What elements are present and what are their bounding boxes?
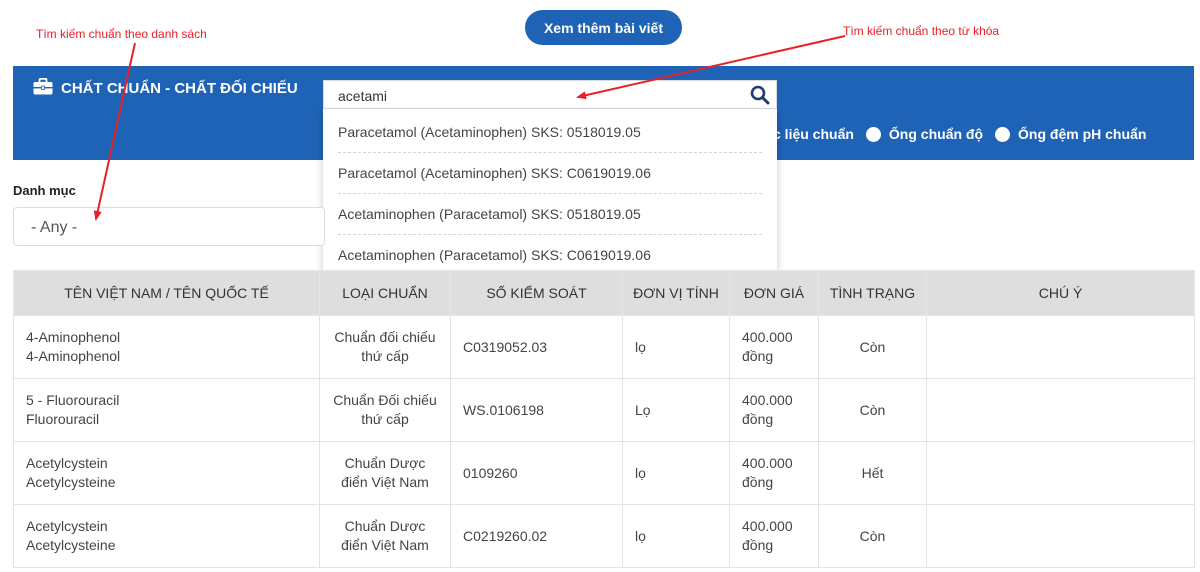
- annotation-list-search: Tìm kiếm chuẩn theo danh sách: [36, 27, 207, 41]
- cell-price: 400.000 đồng: [729, 441, 819, 505]
- cell-name: Acetylcystein Acetylcysteine: [13, 441, 320, 505]
- cell-control-number: 0109260: [450, 441, 623, 505]
- type-line: thứ cấp: [361, 411, 409, 427]
- header-unit: ĐƠN VỊ TÍNH: [622, 270, 730, 316]
- price-value: 400.000: [742, 392, 793, 408]
- cell-type: Chuẩn đối chiếu thứ cấp: [319, 315, 451, 379]
- cell-control-number: C0319052.03: [450, 315, 623, 379]
- suggestion-item[interactable]: Acetaminophen (Paracetamol) SKS: 0518019…: [338, 194, 762, 235]
- category-select[interactable]: - Any -: [13, 207, 325, 246]
- table-row: 5 - Fluorouracil Fluorouracil Chuẩn Đối …: [13, 378, 1195, 442]
- radio-titration-tube[interactable]: Ống chuẩn độ: [865, 126, 984, 142]
- search-icon[interactable]: [750, 85, 770, 110]
- header-status: TÌNH TRẠNG: [818, 270, 927, 316]
- page: Xem thêm bài viết Tìm kiếm chuẩn theo da…: [0, 0, 1200, 572]
- table-row: Acetylcystein Acetylcysteine Chuẩn Dược …: [13, 441, 1195, 505]
- radio-label: Ống chuẩn độ: [888, 126, 984, 142]
- header-name: TÊN VIỆT NAM / TÊN QUỐC TẾ: [13, 270, 320, 316]
- name-vn-link[interactable]: Acetylcystein: [26, 454, 319, 473]
- standards-table: TÊN VIỆT NAM / TÊN QUỐC TẾ LOẠI CHUẨN SỐ…: [13, 270, 1195, 568]
- cell-note: [926, 441, 1195, 505]
- category-selected-value: - Any -: [31, 219, 78, 236]
- type-line: điển Việt Nam: [341, 474, 429, 490]
- search-suggestions-dropdown: Paracetamol (Acetaminophen) SKS: 0518019…: [323, 109, 777, 279]
- banner-title-text: CHẤT CHUẨN - CHẤT ĐỐI CHIẾU: [61, 80, 298, 97]
- name-vn-link[interactable]: 5 - Fluorouracil: [26, 391, 319, 410]
- cell-type: Chuẩn Đối chiếu thứ cấp: [319, 378, 451, 442]
- price-currency: đồng: [742, 474, 774, 490]
- cell-control-number: WS.0106198: [450, 378, 623, 442]
- cell-unit: Lọ: [622, 378, 730, 442]
- cell-note: [926, 504, 1195, 568]
- search-query-text[interactable]: acetami: [338, 88, 387, 104]
- name-vn-link[interactable]: 4-Aminophenol: [26, 328, 319, 347]
- cell-note: [926, 378, 1195, 442]
- briefcase-icon: [33, 77, 53, 99]
- price-currency: đồng: [742, 348, 774, 364]
- type-line: thứ cấp: [361, 348, 409, 364]
- cell-type: Chuẩn Dược điển Việt Nam: [319, 504, 451, 568]
- cell-unit: lọ: [622, 441, 730, 505]
- radio-material-standard[interactable]: c liệu chuẩn: [773, 126, 854, 142]
- header-type: LOẠI CHUẨN: [319, 270, 451, 316]
- cell-name: Acetylcystein Acetylcysteine: [13, 504, 320, 568]
- name-intl-link[interactable]: Fluorouracil: [26, 410, 319, 429]
- header-note: CHÚ Ý: [926, 270, 1195, 316]
- type-filter-radios: c liệu chuẩn Ống chuẩn độ Ống đệm pH chu…: [773, 126, 1158, 142]
- radio-ph-buffer[interactable]: Ống đệm pH chuẩn: [995, 126, 1146, 142]
- name-intl-link[interactable]: Acetylcysteine: [26, 536, 319, 555]
- cell-unit: lọ: [622, 504, 730, 568]
- keyword-search-input[interactable]: acetami: [323, 80, 777, 109]
- price-currency: đồng: [742, 537, 774, 553]
- header-price: ĐƠN GIÁ: [729, 270, 819, 316]
- type-line: Chuẩn Dược: [344, 455, 426, 471]
- table-header-row: TÊN VIỆT NAM / TÊN QUỐC TẾ LOẠI CHUẨN SỐ…: [13, 270, 1195, 316]
- cell-price: 400.000 đồng: [729, 378, 819, 442]
- suggestion-item[interactable]: Acetaminophen (Paracetamol) SKS: C061901…: [338, 234, 762, 275]
- radio-label: c liệu chuẩn: [773, 126, 854, 142]
- cell-type: Chuẩn Dược điển Việt Nam: [319, 441, 451, 505]
- cell-note: [926, 315, 1195, 379]
- price-value: 400.000: [742, 518, 793, 534]
- price-currency: đồng: [742, 411, 774, 427]
- cell-name: 5 - Fluorouracil Fluorouracil: [13, 378, 320, 442]
- name-intl-link[interactable]: 4-Aminophenol: [26, 347, 319, 366]
- type-line: Chuẩn đối chiếu: [334, 329, 436, 345]
- cell-unit: lọ: [622, 315, 730, 379]
- suggestion-item[interactable]: Paracetamol (Acetaminophen) SKS: C061901…: [338, 153, 762, 194]
- cell-status: Còn: [818, 504, 927, 568]
- type-line: điển Việt Nam: [341, 537, 429, 553]
- cell-control-number: C0219260.02: [450, 504, 623, 568]
- cell-price: 400.000 đồng: [729, 504, 819, 568]
- cell-status: Còn: [818, 315, 927, 379]
- radio-circle[interactable]: [865, 126, 881, 142]
- name-intl-link[interactable]: Acetylcysteine: [26, 473, 319, 492]
- table-row: 4-Aminophenol 4-Aminophenol Chuẩn đối ch…: [13, 315, 1195, 379]
- category-label: Danh mục: [13, 183, 76, 198]
- suggestion-item[interactable]: Paracetamol (Acetaminophen) SKS: 0518019…: [338, 112, 762, 153]
- name-vn-link[interactable]: Acetylcystein: [26, 517, 319, 536]
- price-value: 400.000: [742, 455, 793, 471]
- header-control-number: SỐ KIỂM SOÁT: [450, 270, 623, 316]
- price-value: 400.000: [742, 329, 793, 345]
- banner-title: CHẤT CHUẨN - CHẤT ĐỐI CHIẾU: [33, 77, 298, 99]
- cell-name: 4-Aminophenol 4-Aminophenol: [13, 315, 320, 379]
- radio-label: Ống đệm pH chuẩn: [1018, 126, 1147, 142]
- cell-status: Còn: [818, 378, 927, 442]
- annotation-keyword-search: Tìm kiếm chuẩn theo từ khóa: [843, 24, 1000, 38]
- cell-price: 400.000 đồng: [729, 315, 819, 379]
- type-line: Chuẩn Đối chiếu: [333, 392, 437, 408]
- see-more-articles-button[interactable]: Xem thêm bài viết: [525, 10, 682, 45]
- table-row: Acetylcystein Acetylcysteine Chuẩn Dược …: [13, 504, 1195, 568]
- type-line: Chuẩn Dược: [344, 518, 426, 534]
- radio-circle[interactable]: [995, 126, 1011, 142]
- cell-status: Hết: [818, 441, 927, 505]
